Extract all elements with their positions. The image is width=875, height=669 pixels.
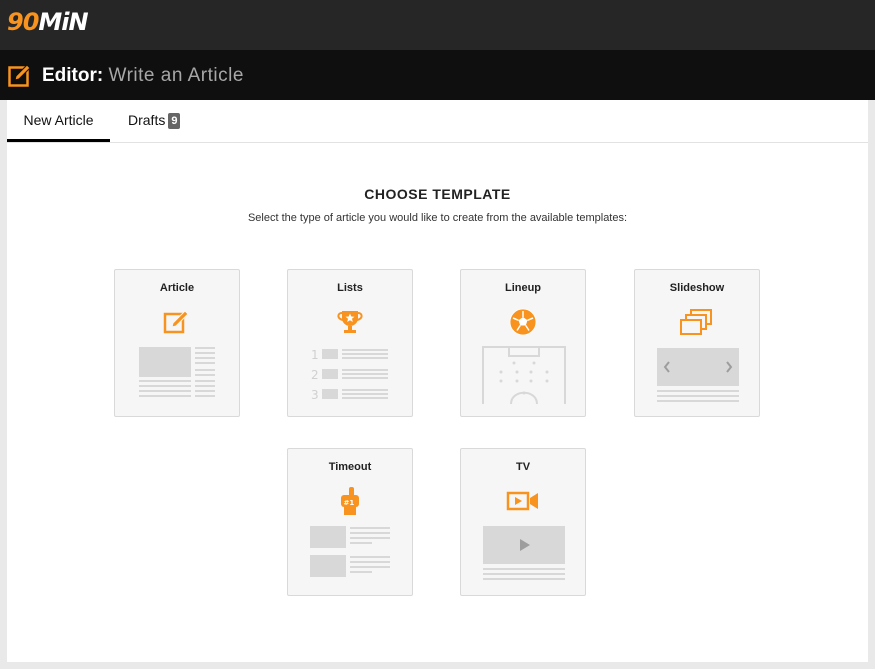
soccer-ball-icon — [508, 307, 538, 337]
logo-text: MiN — [38, 8, 88, 36]
template-title: TV — [515, 461, 531, 473]
tv-preview-illustration — [483, 526, 565, 580]
editor-title: Editor: Write an Article — [42, 64, 244, 88]
template-card-timeout[interactable]: Timeout #1 — [287, 448, 413, 596]
main-panel: New Article Drafts 9 CHOOSE TEMPLATE Sele… — [7, 100, 868, 662]
edit-icon — [162, 307, 192, 337]
template-card-slideshow[interactable]: Slideshow — [634, 269, 760, 417]
template-title: Slideshow — [669, 282, 725, 294]
tab-drafts[interactable]: Drafts 9 — [128, 100, 181, 143]
top-bar — [0, 0, 875, 50]
page-description: Select the type of article you would lik… — [247, 212, 628, 224]
lists-preview-illustration: 1 2 3 — [311, 348, 388, 402]
trophy-icon — [335, 307, 365, 337]
timeout-preview-illustration — [310, 526, 390, 577]
editor-label: Editor: — [42, 65, 104, 86]
template-card-lineup[interactable]: Lineup — [460, 269, 586, 417]
page-title: CHOOSE TEMPLATE — [364, 186, 511, 202]
video-camera-icon — [506, 486, 538, 516]
foam-finger-icon: #1 — [335, 486, 365, 516]
article-preview-illustration — [139, 347, 215, 397]
tab-new-article[interactable]: New Article — [7, 100, 110, 142]
tab-drafts-label: Drafts — [128, 112, 166, 128]
template-card-lists[interactable]: Lists 1 2 3 — [287, 269, 413, 417]
logo[interactable]: 90MiN — [7, 8, 89, 36]
lineup-pitch-illustration — [482, 346, 566, 405]
edit-icon — [8, 64, 32, 88]
svg-text:2: 2 — [311, 368, 319, 382]
stacked-images-icon — [679, 307, 712, 337]
template-card-article[interactable]: Article — [114, 269, 240, 417]
slideshow-preview-illustration — [657, 348, 739, 402]
tab-bar: New Article Drafts 9 — [7, 100, 868, 143]
editor-subtitle: Write an Article — [108, 65, 244, 86]
svg-text:1: 1 — [311, 348, 319, 362]
tab-new-article-label: New Article — [23, 112, 94, 128]
template-title: Article — [159, 282, 195, 294]
template-title: Lists — [337, 282, 363, 294]
logo-number: 90 — [7, 8, 39, 36]
template-card-tv[interactable]: TV — [460, 448, 586, 596]
svg-text:3: 3 — [311, 388, 319, 402]
foam-finger-label: #1 — [344, 499, 355, 507]
drafts-count-badge: 9 — [168, 113, 181, 129]
template-title: Timeout — [328, 461, 372, 473]
template-title: Lineup — [504, 282, 542, 294]
